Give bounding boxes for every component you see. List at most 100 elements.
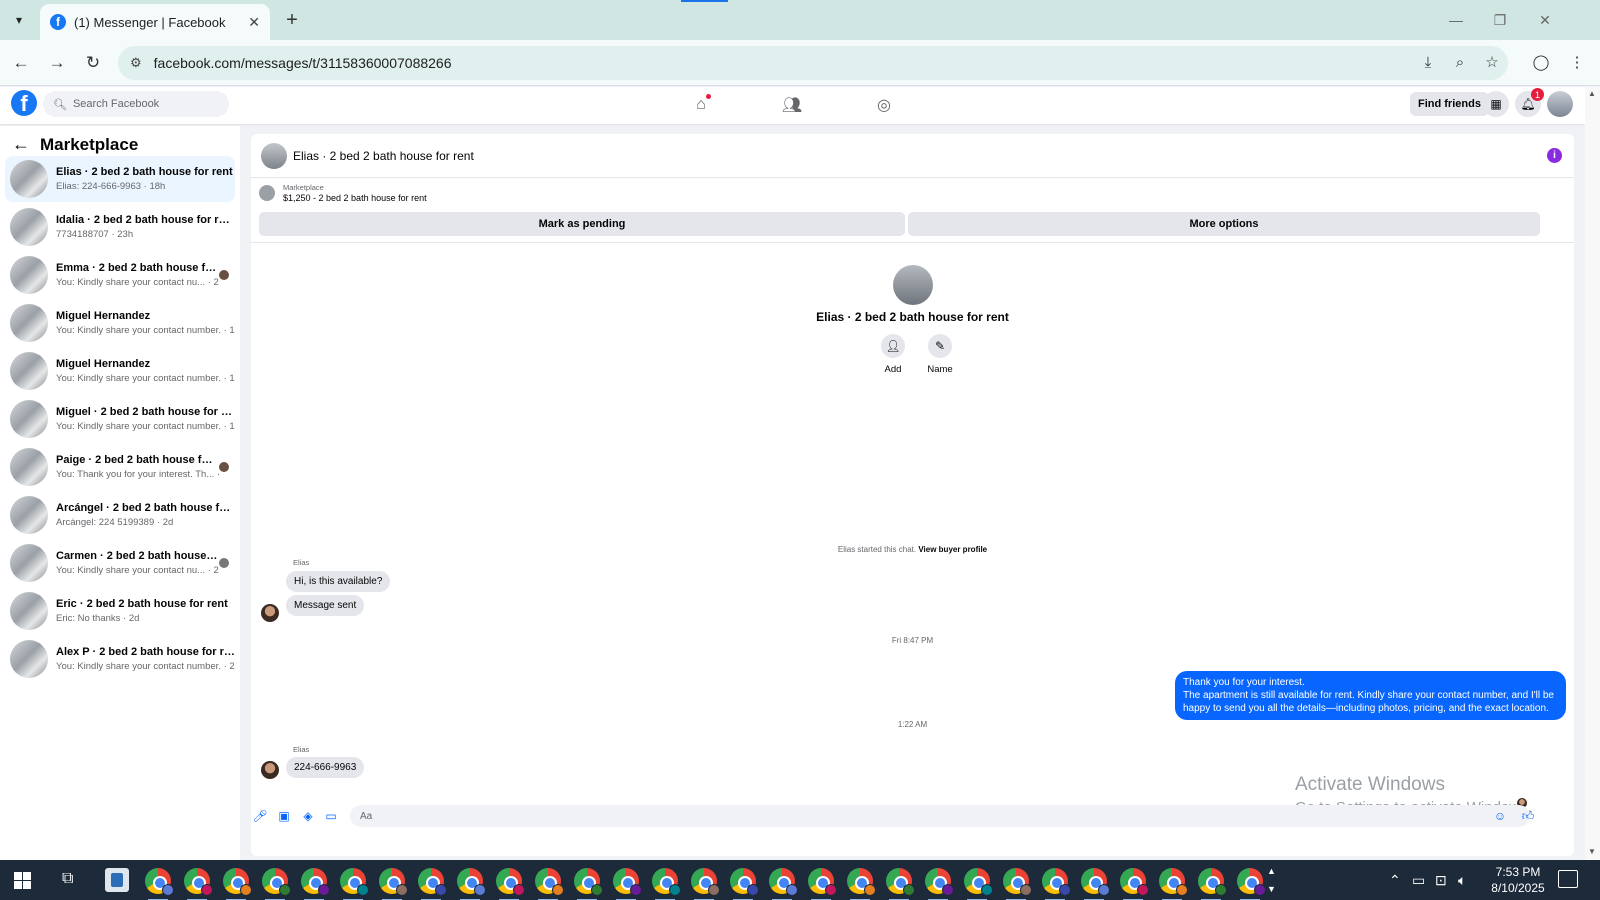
listing-summary[interactable]: Marketplace $1,250 - 2 bed 2 bath house …: [259, 183, 427, 203]
scroll-down-icon[interactable]: ▼: [1588, 847, 1596, 856]
chrome-window-icon[interactable]: [691, 868, 720, 900]
chrome-window-icon[interactable]: [808, 868, 837, 900]
message-input[interactable]: Aa: [350, 805, 1530, 827]
tab-search-chevron-icon[interactable]: ▾: [6, 8, 32, 32]
address-bar[interactable]: ⚙ facebook.com/messages/t/31158360007088…: [118, 46, 1508, 80]
chrome-window-icon[interactable]: [1159, 868, 1188, 900]
reload-icon[interactable]: ↻: [80, 50, 106, 76]
forward-arrow-icon[interactable]: →: [44, 50, 70, 76]
conversation-item[interactable]: Arcángel · 2 bed 2 bath house for ... Arc…: [5, 492, 235, 538]
chrome-window-icon[interactable]: [457, 868, 486, 900]
page-scrollbar[interactable]: ▲ ▼: [1585, 87, 1600, 860]
install-app-icon[interactable]: ⤓: [1416, 50, 1440, 74]
windows-start-icon[interactable]: [14, 872, 31, 889]
conversation-item[interactable]: Elias · 2 bed 2 bath house for rent Elias…: [5, 156, 235, 202]
minimize-icon[interactable]: —: [1436, 6, 1476, 34]
chrome-window-icon[interactable]: [1237, 868, 1266, 900]
chrome-window-icon[interactable]: [262, 868, 291, 900]
home-icon[interactable]: ⌂: [686, 93, 716, 117]
conversation-item[interactable]: Carmen · 2 bed 2 bath house for... You: K…: [5, 540, 235, 586]
network-icon[interactable]: ⊡: [1435, 872, 1447, 889]
bookmark-star-icon[interactable]: ☆: [1480, 50, 1504, 74]
chrome-window-icon[interactable]: [1120, 868, 1149, 900]
window-close-icon[interactable]: ✕: [1525, 6, 1565, 34]
chrome-window-icon[interactable]: [535, 868, 564, 900]
chat-title[interactable]: Elias · 2 bed 2 bath house for rent: [293, 149, 474, 163]
info-icon[interactable]: i: [1547, 148, 1562, 163]
chrome-window-icon[interactable]: [964, 868, 993, 900]
profile-avatar[interactable]: [893, 265, 933, 305]
chrome-window-icon[interactable]: [301, 868, 330, 900]
tab-close-icon[interactable]: ✕: [248, 14, 260, 31]
chrome-window-icon[interactable]: [730, 868, 759, 900]
facebook-logo-icon[interactable]: f: [11, 90, 37, 116]
sender-avatar[interactable]: [261, 604, 279, 622]
tray-chevron-icon[interactable]: ⌃: [1389, 872, 1401, 889]
name-button[interactable]: ✎ Name: [920, 334, 960, 375]
new-tab-button[interactable]: +: [280, 8, 304, 32]
conversation-item[interactable]: Eric · 2 bed 2 bath house for rent Eric: …: [5, 588, 235, 634]
conversation-preview: You: Kindly share your contact number. ·…: [56, 661, 235, 672]
notification-center-icon[interactable]: [1558, 870, 1578, 888]
thumbs-up-icon[interactable]: 👍︎: [1519, 807, 1537, 825]
account-avatar[interactable]: [1547, 91, 1573, 117]
friends-icon[interactable]: 👥︎: [777, 93, 807, 117]
taskbar-scroll-icon[interactable]: ▲ ▼: [1267, 862, 1276, 898]
sender-avatar[interactable]: [261, 761, 279, 779]
mark-as-pending-button[interactable]: Mark as pending: [259, 212, 905, 236]
emoji-icon[interactable]: ☺: [1491, 807, 1509, 825]
conversation-item[interactable]: Miguel Hernandez You: Kindly share your c…: [5, 300, 235, 346]
chrome-window-icon[interactable]: [847, 868, 876, 900]
back-arrow-icon[interactable]: ←: [8, 50, 34, 76]
camera-icon[interactable]: ▭: [1412, 872, 1425, 889]
conversation-item[interactable]: Alex P · 2 bed 2 bath house for rent You:…: [5, 636, 235, 682]
chrome-window-icon[interactable]: [574, 868, 603, 900]
chrome-window-icon[interactable]: [886, 868, 915, 900]
gif-icon[interactable]: ▭: [322, 807, 340, 825]
restore-icon[interactable]: ❐: [1480, 6, 1520, 34]
chrome-window-icon[interactable]: [613, 868, 642, 900]
menu-grid-icon[interactable]: ▦: [1483, 91, 1509, 117]
more-options-button[interactable]: More options: [908, 212, 1540, 236]
profile-icon[interactable]: ◯: [1529, 50, 1553, 74]
volume-icon[interactable]: 🔈︎: [1458, 872, 1466, 889]
conversation-name: Arcángel · 2 bed 2 bath house for ...: [56, 502, 235, 514]
sticker-icon[interactable]: ◈: [299, 807, 317, 825]
browser-tab-messenger[interactable]: f (1) Messenger | Facebook ✕: [40, 4, 270, 40]
back-arrow-icon[interactable]: ←: [12, 134, 30, 155]
pinned-app-icon[interactable]: [105, 868, 129, 892]
chat-avatar[interactable]: [261, 142, 287, 169]
chrome-window-icon[interactable]: [418, 868, 447, 900]
chrome-window-icon[interactable]: [145, 868, 174, 900]
chrome-window-icon[interactable]: [496, 868, 525, 900]
microphone-icon[interactable]: 🎤︎: [251, 807, 269, 825]
chrome-window-icon[interactable]: [184, 868, 213, 900]
chrome-window-icon[interactable]: [1198, 868, 1227, 900]
conversation-item[interactable]: Emma · 2 bed 2 bath house for r... You: K…: [5, 252, 235, 298]
facebook-search-input[interactable]: 🔍︎ Search Facebook: [43, 91, 229, 117]
chrome-window-icon[interactable]: [1081, 868, 1110, 900]
conversation-item[interactable]: Paige · 2 bed 2 bath house for r... You: …: [5, 444, 235, 490]
chrome-window-icon[interactable]: [1042, 868, 1071, 900]
chrome-window-icon[interactable]: [925, 868, 954, 900]
photo-icon[interactable]: ▣: [275, 807, 293, 825]
view-buyer-profile-link[interactable]: View buyer profile: [918, 545, 987, 554]
add-button[interactable]: 👤︎ Add: [873, 334, 913, 375]
find-friends-button[interactable]: Find friends: [1410, 92, 1489, 116]
conversation-item[interactable]: Miguel Hernandez You: Kindly share your c…: [5, 348, 235, 394]
chrome-window-icon[interactable]: [1003, 868, 1032, 900]
groups-icon[interactable]: ◎: [869, 93, 899, 117]
conversation-item[interactable]: Miguel · 2 bed 2 bath house for rent You:…: [5, 396, 235, 442]
chrome-window-icon[interactable]: [652, 868, 681, 900]
chrome-window-icon[interactable]: [223, 868, 252, 900]
site-info-icon[interactable]: ⚙: [130, 55, 142, 71]
scroll-up-icon[interactable]: ▲: [1588, 89, 1596, 98]
conversation-item[interactable]: Idalia · 2 bed 2 bath house for rent 7734…: [5, 204, 235, 250]
chrome-window-icon[interactable]: [340, 868, 369, 900]
taskbar-clock[interactable]: 7:53 PM 8/10/2025: [1478, 864, 1558, 896]
task-view-icon[interactable]: ⧉: [62, 870, 73, 888]
chrome-window-icon[interactable]: [769, 868, 798, 900]
chrome-window-icon[interactable]: [379, 868, 408, 900]
zoom-icon[interactable]: ⌕: [1448, 50, 1472, 74]
browser-menu-icon[interactable]: ⋮: [1565, 50, 1589, 74]
